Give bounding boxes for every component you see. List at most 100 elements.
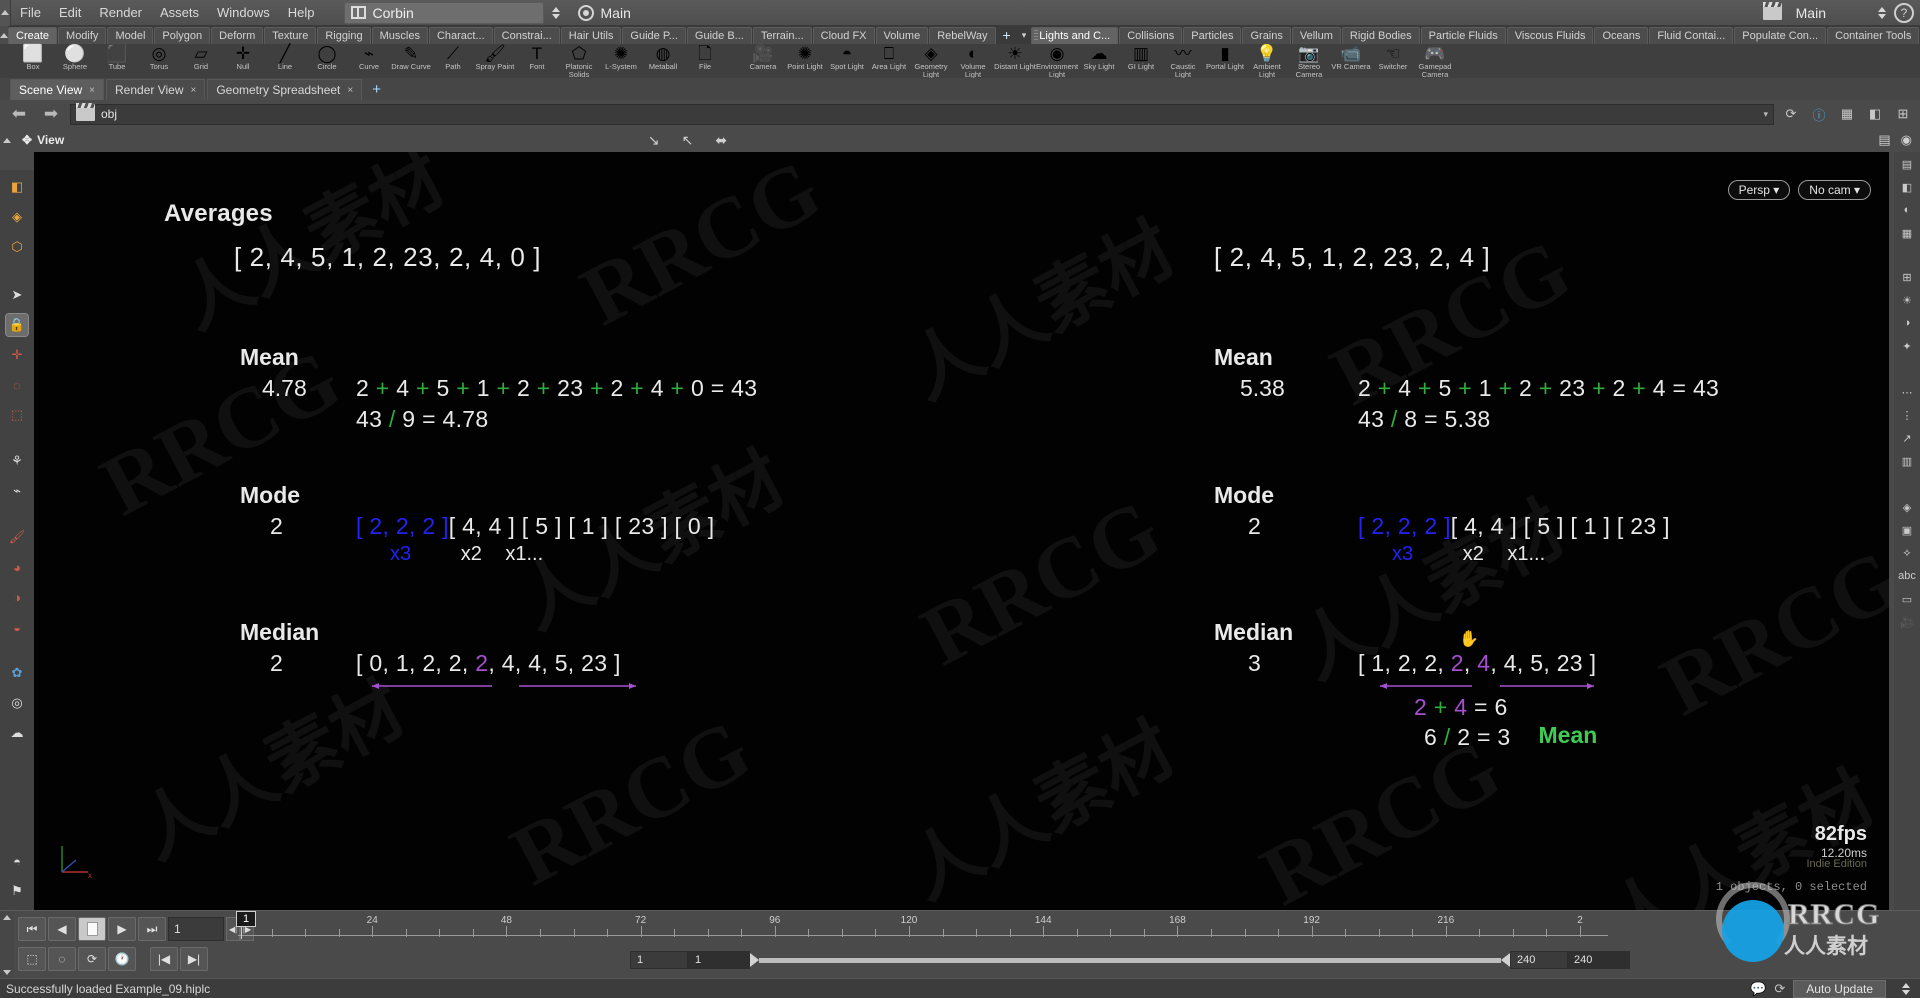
shelf-icon-tube[interactable]: ⬛ Tube bbox=[96, 44, 138, 78]
tool-bookmark-icon[interactable]: ⚑ bbox=[6, 880, 28, 902]
path-button-split[interactable]: ◧ bbox=[1864, 103, 1886, 125]
shelf-tab-right-1[interactable]: Collisions bbox=[1119, 27, 1183, 44]
tool-uv-icon[interactable]: ✿ bbox=[6, 662, 28, 684]
shelf-icon-camera[interactable]: 🎥 Camera bbox=[742, 44, 784, 78]
shelf-tab-13[interactable]: Terrain... bbox=[752, 27, 812, 44]
shelf-tab-2[interactable]: Model bbox=[107, 27, 154, 44]
tool-deform-icon[interactable]: ◒ bbox=[6, 616, 28, 638]
rtool-guides-icon[interactable]: ⟡ bbox=[1898, 545, 1916, 561]
tool-measure-icon[interactable]: ◎ bbox=[6, 692, 28, 714]
shelf-icon-distant-light[interactable]: ☀ Distant Light bbox=[994, 44, 1036, 78]
rtool-uvview-icon[interactable]: ▥ bbox=[1898, 453, 1916, 469]
shelf-tab-right-3[interactable]: Grains bbox=[1242, 27, 1291, 44]
viewport-layout-icon[interactable]: ▤ bbox=[1878, 132, 1890, 148]
shelf-tab-14[interactable]: Cloud FX bbox=[812, 27, 875, 44]
menu-assets[interactable]: Assets bbox=[151, 0, 208, 26]
refresh-icon[interactable]: ⟳ bbox=[1774, 981, 1785, 997]
main-spinner[interactable] bbox=[1874, 2, 1890, 24]
menu-edit[interactable]: Edit bbox=[50, 0, 90, 26]
shelf-icon-gamepad-camera[interactable]: 🎮 Gamepad Camera bbox=[1414, 44, 1456, 78]
rtool-wire-icon[interactable]: ▦ bbox=[1898, 225, 1916, 241]
shelf-icon-null[interactable]: ✛ Null bbox=[222, 44, 264, 78]
auto-update-button[interactable]: Auto Update bbox=[1793, 979, 1886, 998]
range-start-2-input[interactable]: 1 bbox=[688, 951, 750, 969]
shelf-icon-stereo-camera[interactable]: 📷 Stereo Camera bbox=[1288, 44, 1330, 78]
shelf-tab-9[interactable]: Constrai... bbox=[493, 27, 560, 44]
viewport-settings-icon[interactable]: ◉ bbox=[1901, 132, 1912, 148]
viewport-view-menu[interactable]: ✥ View bbox=[14, 130, 72, 150]
play-forward-button[interactable]: ▶ bbox=[108, 917, 136, 941]
snap-icon-1[interactable]: ↘ bbox=[648, 132, 660, 149]
rtool-normal-icon[interactable]: ↗ bbox=[1898, 430, 1916, 446]
tool-arrow-icon[interactable]: ➤ bbox=[6, 284, 28, 306]
tool-transform-icon[interactable]: ✛ bbox=[6, 344, 28, 366]
rtool-light-icon[interactable]: ☀ bbox=[1898, 292, 1916, 308]
shelf-icon-line[interactable]: ╱ Line bbox=[264, 44, 306, 78]
pane-tab-render-view[interactable]: Render View × bbox=[106, 79, 206, 101]
desktop-spinner[interactable] bbox=[548, 2, 564, 24]
shelf-icon-platonic-solids[interactable]: ⬠ Platonic Solids bbox=[558, 44, 600, 78]
tool-light-icon[interactable]: ☁ bbox=[6, 722, 28, 744]
shelf-icon-sky-light[interactable]: ☁ Sky Light bbox=[1078, 44, 1120, 78]
shelf-tab-16[interactable]: RebelWay bbox=[929, 27, 996, 44]
close-icon[interactable]: × bbox=[347, 80, 353, 101]
key-scope-button[interactable]: ◌ bbox=[48, 947, 76, 971]
radial-menu-icon[interactable] bbox=[577, 4, 594, 21]
shelf-tab-0[interactable]: Create bbox=[8, 27, 58, 44]
shelf-icon-file[interactable]: 🗋 File bbox=[684, 44, 726, 78]
stop-button[interactable] bbox=[78, 917, 106, 941]
shelf-tab-right-2[interactable]: Particles bbox=[1183, 27, 1242, 44]
shelf-tab-right-10[interactable]: Populate Con... bbox=[1734, 27, 1827, 44]
rtool-fx-icon[interactable]: ✦ bbox=[1898, 338, 1916, 354]
prev-key-button[interactable]: |◀ bbox=[150, 947, 178, 971]
tool-primitive-icon[interactable]: ⬡ bbox=[6, 236, 28, 258]
persp-selector[interactable]: Persp ▾ bbox=[1727, 180, 1791, 200]
playbar-grip[interactable] bbox=[0, 911, 14, 979]
goto-end-button[interactable]: ⏭ bbox=[138, 917, 166, 941]
shelf-tab-7[interactable]: Muscles bbox=[371, 27, 428, 44]
shelf-icon-switcher[interactable]: ☜ Switcher bbox=[1372, 44, 1414, 78]
rtool-camera-icon[interactable]: 🎥 bbox=[1898, 614, 1916, 630]
tool-scale-icon[interactable]: ⬚ bbox=[6, 404, 28, 426]
forward-icon[interactable]: ➡ bbox=[38, 103, 64, 125]
shelf-tab-8[interactable]: Charact... bbox=[428, 27, 493, 44]
shelf-icon-l-system[interactable]: ✺ L-System bbox=[600, 44, 642, 78]
shelf-icon-ambient-light[interactable]: 💡 Ambient Light bbox=[1246, 44, 1288, 78]
shelf-tab-right-11[interactable]: Container Tools bbox=[1827, 27, 1920, 44]
snap-icon-2[interactable]: ↖ bbox=[682, 132, 694, 149]
shelf-tab-3[interactable]: Polygon bbox=[154, 27, 211, 44]
shelf-icon-caustic-light[interactable]: 〰 Caustic Light bbox=[1162, 44, 1204, 78]
tool-character-icon[interactable]: ⚘ bbox=[6, 450, 28, 472]
main-toolset-indicator[interactable]: Main bbox=[1762, 1, 1826, 21]
shelf-tab-menu-icon[interactable]: ▾ bbox=[1017, 27, 1032, 44]
tool-lock-icon[interactable]: 🔒 bbox=[5, 313, 29, 337]
rtool-grid-icon[interactable]: ⊞ bbox=[1898, 269, 1916, 285]
tool-sculpt-icon[interactable]: ◕ bbox=[6, 556, 28, 578]
tool-smooth-icon[interactable]: ◑ bbox=[6, 586, 28, 608]
tool-view-icon[interactable]: ◓ bbox=[6, 850, 28, 872]
close-icon[interactable]: × bbox=[190, 80, 196, 101]
shelf-tab-5[interactable]: Texture bbox=[264, 27, 317, 44]
rtool-text-icon[interactable]: abc bbox=[1898, 568, 1916, 584]
shelf-tab-right-9[interactable]: Fluid Contai... bbox=[1649, 27, 1734, 44]
shelf-icon-font[interactable]: T Font bbox=[516, 44, 558, 78]
rtool-vertex-icon[interactable]: ⋮ bbox=[1898, 407, 1916, 423]
shelf-tab-15[interactable]: Volume bbox=[875, 27, 929, 44]
play-reverse-button[interactable]: ◀ bbox=[48, 917, 76, 941]
shelf-tab-1[interactable]: Modify bbox=[58, 27, 107, 44]
shelf-grip[interactable] bbox=[0, 26, 8, 44]
path-button-layout[interactable]: ⊞ bbox=[1892, 103, 1914, 125]
path-input[interactable]: obj ▾ bbox=[70, 103, 1774, 125]
help-icon[interactable]: ? bbox=[1894, 2, 1914, 23]
tool-handle-icon[interactable]: ◈ bbox=[6, 206, 28, 228]
camera-selector[interactable]: No cam ▾ bbox=[1798, 180, 1871, 200]
rtool-hud-icon[interactable]: ▭ bbox=[1898, 591, 1916, 607]
pane-tab-geometry-spreadsheet[interactable]: Geometry Spreadsheet × bbox=[207, 79, 363, 101]
shelf-tab-6[interactable]: Rigging bbox=[317, 27, 371, 44]
pane-tab-scene-view[interactable]: Scene View × bbox=[10, 79, 104, 100]
rtool-bg-icon[interactable]: ▣ bbox=[1898, 522, 1916, 538]
shelf-icon-metaball[interactable]: ◍ Metaball bbox=[642, 44, 684, 78]
menu-windows[interactable]: Windows bbox=[208, 0, 279, 26]
back-icon[interactable]: ⬅ bbox=[6, 103, 32, 125]
menu-help[interactable]: Help bbox=[279, 0, 324, 26]
